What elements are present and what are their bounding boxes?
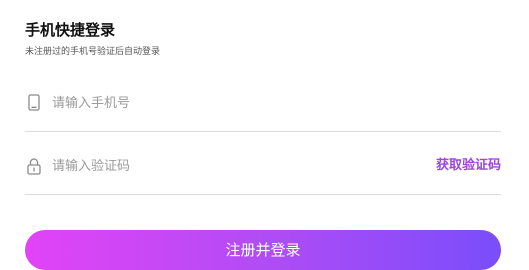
get-code-button[interactable]: 获取验证码 [436,157,501,175]
phone-input[interactable] [52,92,432,114]
page-title: 手机快捷登录 [25,21,116,39]
verification-code-field: 获取验证码 [25,153,501,195]
page-subtitle: 未注册过的手机号验证后自动登录 [25,47,161,57]
register-login-button[interactable]: 注册并登录 [25,230,501,270]
verification-code-input[interactable] [52,155,432,177]
lock-icon [26,157,42,175]
phone-icon [26,94,42,112]
phone-field [25,90,501,132]
